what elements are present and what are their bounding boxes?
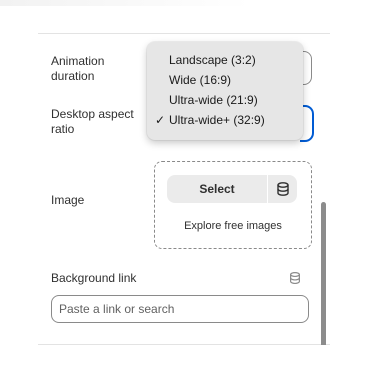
button-divider <box>267 175 268 203</box>
explore-free-images-link[interactable]: Explore free images <box>155 220 311 232</box>
top-bar-edge <box>0 0 250 6</box>
background-link-label: Background link <box>51 271 137 285</box>
image-picker: Select Explore free images <box>154 161 312 249</box>
divider <box>38 33 330 34</box>
animation-duration-label: Animation duration <box>51 54 105 83</box>
dropdown-option-wide[interactable]: Wide (16:9) <box>147 70 303 90</box>
aspect-ratio-dropdown-menu: Landscape (3:2) Wide (16:9) Ultra-wide (… <box>147 42 303 140</box>
option-label: Ultra-wide+ (32:9) <box>169 113 265 127</box>
image-label: Image <box>51 193 85 207</box>
image-select-button[interactable]: Select <box>167 175 297 203</box>
option-label: Wide (16:9) <box>169 73 232 87</box>
database-icon[interactable] <box>288 271 302 285</box>
desktop-aspect-ratio-label: Desktop aspect ratio <box>51 107 134 136</box>
image-select-button-label: Select <box>199 182 235 196</box>
scrollbar-thumb[interactable] <box>321 202 326 345</box>
option-label: Ultra-wide (21:9) <box>169 93 258 107</box>
dropdown-option-ultra-wide[interactable]: Ultra-wide (21:9) <box>147 90 303 110</box>
divider <box>38 344 330 345</box>
background-link-input[interactable] <box>51 295 309 323</box>
dropdown-option-ultra-wide-plus[interactable]: ✓ Ultra-wide+ (32:9) <box>147 110 303 130</box>
dropdown-option-landscape[interactable]: Landscape (3:2) <box>147 50 303 70</box>
option-label: Landscape (3:2) <box>169 53 256 67</box>
animation-duration-select[interactable] <box>303 51 312 85</box>
checkmark-icon: ✓ <box>155 113 166 127</box>
database-icon[interactable] <box>275 181 291 197</box>
